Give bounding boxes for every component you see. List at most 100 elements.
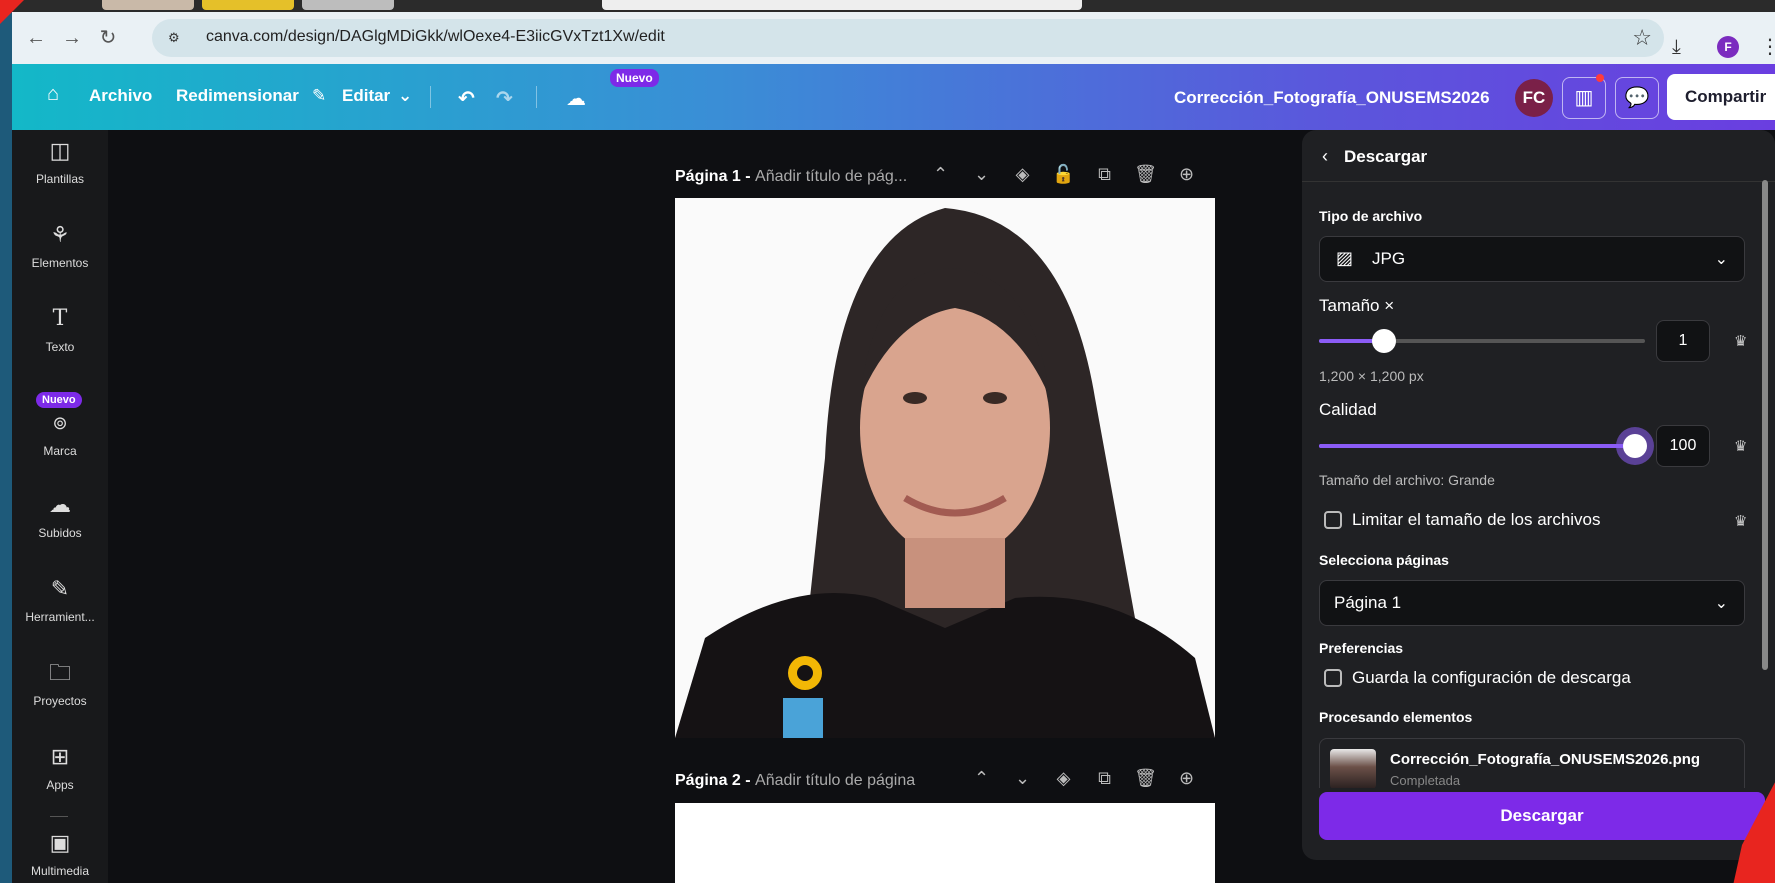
- hide-page-icon[interactable]: ◈: [1043, 768, 1084, 789]
- reload-icon[interactable]: ↻: [96, 26, 120, 50]
- user-avatar[interactable]: FC: [1515, 79, 1553, 117]
- crown-icon: ♛: [1734, 438, 1748, 455]
- share-button[interactable]: Compartir: [1667, 74, 1775, 120]
- sidebar-item-proyectos[interactable]: 🗀 Proyectos: [12, 660, 108, 708]
- portrait-photo[interactable]: [675, 198, 1215, 738]
- page-title-input[interactable]: Añadir título de pág...: [755, 168, 907, 185]
- file-type-select[interactable]: ▨ JPG ⌄: [1319, 236, 1745, 282]
- back-arrow-icon[interactable]: ←: [24, 26, 48, 50]
- sidebar-item-subidos[interactable]: ☁ Subidos: [12, 492, 108, 540]
- save-config-checkbox[interactable]: [1324, 669, 1342, 687]
- limit-size-label[interactable]: Limitar el tamaño de los archivos: [1352, 510, 1601, 530]
- comment-icon[interactable]: 💬: [1615, 77, 1659, 119]
- quality-input[interactable]: 100: [1656, 425, 1710, 467]
- add-page-icon[interactable]: ⊕: [1166, 164, 1207, 185]
- bookmark-star-icon[interactable]: ☆: [1632, 25, 1652, 51]
- pages-select[interactable]: Página 1 ⌄: [1319, 580, 1745, 626]
- site-settings-icon[interactable]: ⚙: [168, 30, 184, 46]
- chevron-down-icon: ⌄: [1714, 595, 1728, 612]
- limit-size-checkbox[interactable]: [1324, 511, 1342, 529]
- new-badge: Nuevo: [36, 392, 82, 408]
- processing-file-name: Corrección_Fotografía_ONUSEMS2026.png: [1390, 751, 1701, 768]
- quality-slider-fill: [1319, 444, 1635, 448]
- red-annotation-arrow: [1733, 782, 1775, 883]
- undo-icon[interactable]: ↶: [458, 86, 475, 111]
- archivo-menu[interactable]: Archivo: [89, 86, 152, 106]
- app-window: ← → ↻ ⚙ canva.com/design/DAGlgMDiGkk/wlO…: [12, 0, 1775, 883]
- sidebar-item-label: Texto: [45, 340, 75, 354]
- sidebar-item-plantillas[interactable]: ◫ Plantillas: [12, 138, 108, 186]
- sidebar-item-texto[interactable]: T Texto: [12, 306, 108, 354]
- preferences-label: Preferencias: [1319, 640, 1404, 656]
- divider: [536, 86, 537, 108]
- sidebar-item-multimedia[interactable]: ▣ Multimedia: [12, 830, 108, 878]
- chevron-down-icon[interactable]: ⌄: [1002, 768, 1043, 789]
- uploads-icon: ☁: [49, 492, 71, 517]
- duplicate-page-icon[interactable]: ⧉: [1084, 768, 1125, 789]
- quality-slider[interactable]: [1319, 434, 1647, 458]
- redimensionar-button[interactable]: Redimensionar: [176, 86, 299, 106]
- page-1-canvas[interactable]: [675, 198, 1215, 738]
- new-badge: Nuevo: [610, 69, 659, 87]
- chevron-up-icon[interactable]: ⌃: [920, 164, 961, 185]
- tab-thumbnail[interactable]: [202, 0, 294, 10]
- address-bar[interactable]: ⚙ canva.com/design/DAGlgMDiGkk/wlOexe4-E…: [152, 19, 1664, 57]
- sidebar-item-apps[interactable]: ⊞ Apps: [12, 744, 108, 792]
- home-icon[interactable]: ⌂: [40, 83, 66, 109]
- page-title-input[interactable]: Añadir título de página: [755, 772, 915, 789]
- duplicate-page-icon[interactable]: ⧉: [1084, 164, 1125, 185]
- canva-header: ⌂ Archivo Redimensionar ✎ Editar ⌄ ↶ ↷ N…: [12, 64, 1775, 130]
- browser-menu-icon[interactable]: ⋮: [1760, 34, 1775, 59]
- page-1-header: Página 1 - Añadir título de pág...: [675, 168, 907, 186]
- sidebar-item-elementos[interactable]: ⚘ Elementos: [12, 222, 108, 270]
- cloud-saved-icon[interactable]: ☁: [566, 86, 586, 111]
- pencil-icon: ✎: [312, 86, 327, 105]
- save-config-label[interactable]: Guarda la configuración de descarga: [1352, 668, 1631, 688]
- hide-page-icon[interactable]: ◈: [1002, 164, 1043, 185]
- page-2-canvas[interactable]: [675, 803, 1215, 883]
- divider: [430, 86, 431, 108]
- panel-title: Descargar: [1344, 147, 1428, 166]
- browser-toolbar: ← → ↻ ⚙ canva.com/design/DAGlgMDiGkk/wlO…: [12, 12, 1775, 64]
- text-icon: T: [52, 306, 68, 331]
- trash-icon[interactable]: 🗑: [1125, 768, 1166, 789]
- editar-menu[interactable]: Editar: [342, 86, 390, 106]
- size-slider[interactable]: [1319, 329, 1645, 353]
- chevron-down-icon[interactable]: ⌄: [398, 86, 412, 106]
- chevron-down-icon[interactable]: ⌄: [961, 164, 1002, 185]
- crown-icon: ♛: [1734, 333, 1748, 350]
- chevron-left-icon[interactable]: ‹: [1322, 146, 1328, 167]
- page-1-toolbar: ⌃ ⌄ ◈ 🔓 ⧉ 🗑 ⊕: [920, 164, 1207, 185]
- chevron-up-icon[interactable]: ⌃: [961, 768, 1002, 789]
- size-label: Tamaño ×: [1319, 296, 1395, 315]
- download-icon[interactable]: ⤓: [1672, 36, 1681, 59]
- url-text[interactable]: canva.com/design/DAGlgMDiGkk/wlOexe4-E3i…: [206, 28, 665, 46]
- size-input[interactable]: 1: [1656, 320, 1710, 362]
- download-button[interactable]: Descargar: [1319, 792, 1765, 840]
- processing-item: Corrección_Fotografía_ONUSEMS2026.png Co…: [1319, 738, 1745, 788]
- tab-thumbnail[interactable]: [302, 0, 394, 10]
- forward-arrow-icon[interactable]: →: [60, 26, 84, 50]
- browser-profile-avatar[interactable]: F: [1717, 36, 1739, 58]
- lock-icon[interactable]: 🔓: [1043, 164, 1084, 185]
- trash-icon[interactable]: 🗑: [1125, 164, 1166, 185]
- sidebar-item-label: Proyectos: [33, 694, 87, 708]
- tab-thumbnail[interactable]: [102, 0, 194, 10]
- elements-icon: ⚘: [50, 222, 70, 247]
- sidebar-item-label: Plantillas: [35, 172, 85, 186]
- tab-strip: [12, 0, 1775, 12]
- sidebar-item-herramientas[interactable]: ✎ Herramient...: [12, 576, 108, 624]
- file-type-value: JPG: [1372, 249, 1406, 268]
- size-slider-handle[interactable]: [1372, 329, 1396, 353]
- add-page-icon[interactable]: ⊕: [1166, 768, 1207, 789]
- redo-icon[interactable]: ↷: [496, 86, 513, 111]
- quality-slider-handle[interactable]: [1623, 434, 1647, 458]
- panel-scrollbar[interactable]: [1762, 180, 1768, 670]
- tools-icon: ✎: [50, 576, 70, 601]
- tab-thumbnail[interactable]: [602, 0, 1082, 10]
- crown-icon: ♛: [1734, 513, 1748, 530]
- sidebar-item-marca[interactable]: ⊚ Marca: [12, 410, 108, 458]
- page-label: Página 1 -: [675, 168, 756, 185]
- insights-chart-icon[interactable]: ▥: [1562, 77, 1606, 119]
- design-title[interactable]: Corrección_Fotografía_ONUSEMS2026: [1174, 88, 1490, 108]
